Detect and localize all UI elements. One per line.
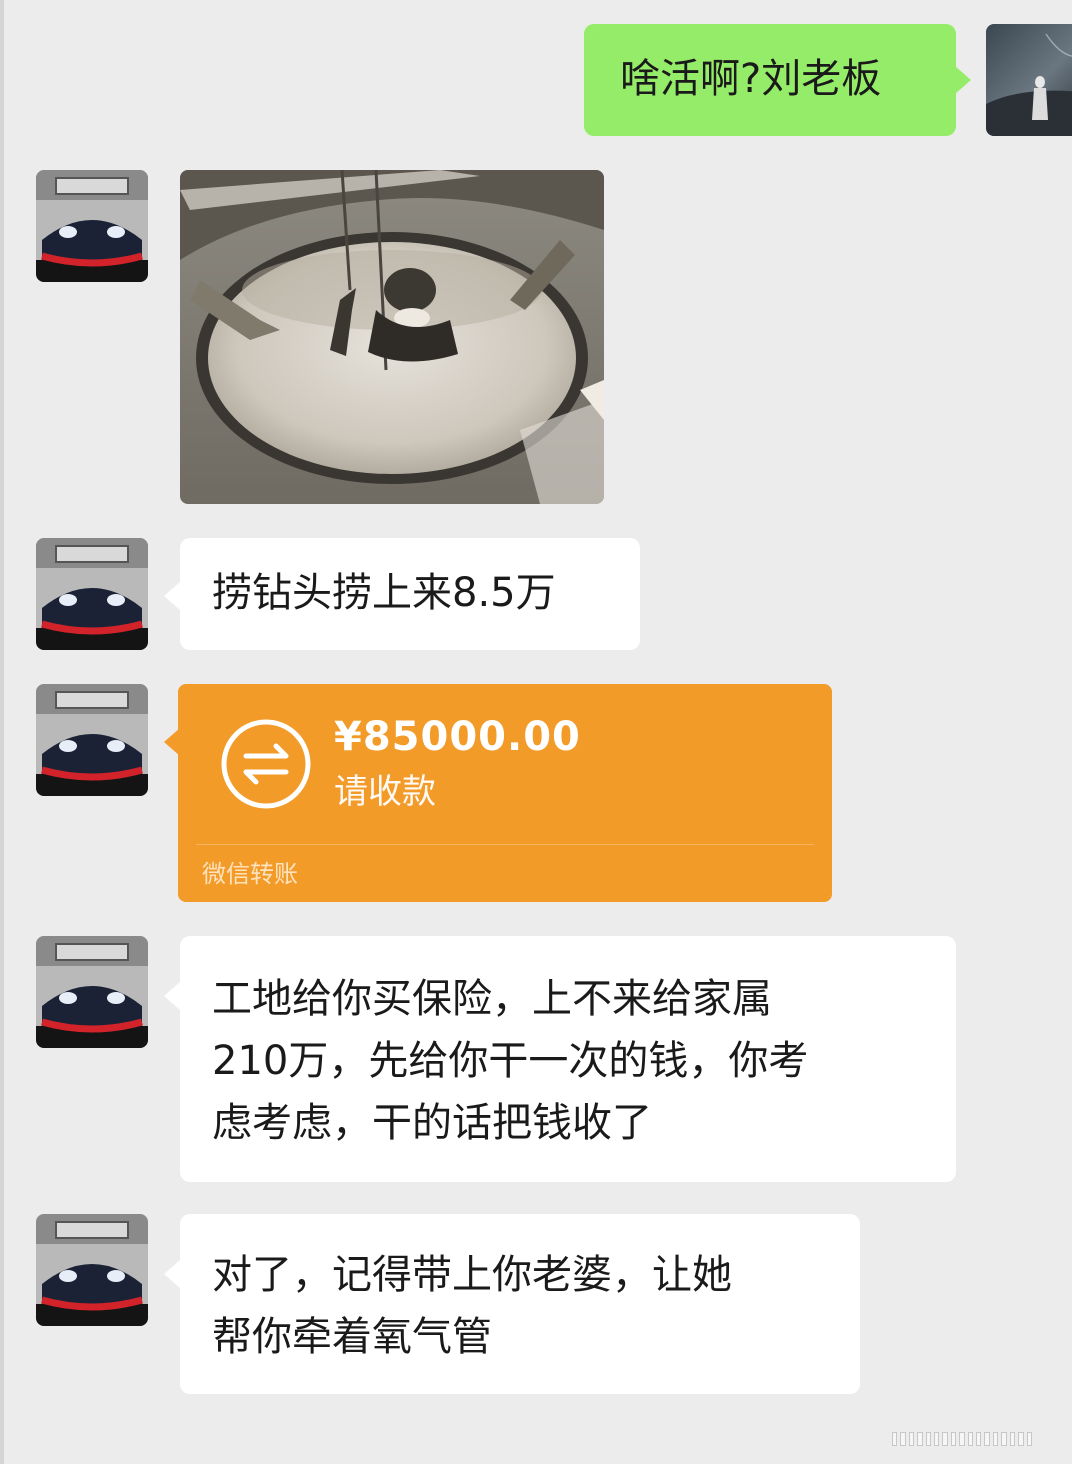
incoming-message-bubble[interactable]: 捞钻头捞上来8.5万 [180, 538, 640, 650]
incoming-bubble-tail [164, 1260, 180, 1288]
transfer-card[interactable]: ¥85000.00 请收款 微信转账 [178, 684, 832, 902]
transfer-footer-label: 微信转账 [202, 860, 298, 888]
message-line: 工地给你买保险，上不来给家属 [212, 976, 772, 1022]
my-avatar[interactable] [986, 24, 1072, 136]
outgoing-message-bubble[interactable]: 啥活啊?刘老板 [584, 24, 956, 136]
transfer-amount: ¥85000.00 [334, 714, 581, 760]
transfer-arrows-icon [221, 719, 311, 809]
screen-edge [0, 0, 4, 1464]
incoming-message-bubble[interactable]: 对了，记得带上你老婆，让她 帮你牵着氧气管 [180, 1214, 860, 1394]
incoming-message-bubble[interactable]: 工地给你买保险，上不来给家属 210万，先给你干一次的钱，你考 虑考虑，干的话把… [180, 936, 956, 1182]
watermark-barcode [892, 1432, 1032, 1446]
contact-avatar[interactable] [36, 170, 148, 282]
message-line: 虑考虑，干的话把钱收了 [212, 1100, 652, 1146]
incoming-bubble-tail [164, 582, 180, 610]
contact-avatar[interactable] [36, 1214, 148, 1326]
contact-avatar[interactable] [36, 936, 148, 1048]
message-line: 帮你牵着氧气管 [212, 1314, 492, 1360]
well-photo [180, 170, 604, 504]
transfer-divider [196, 844, 814, 845]
contact-avatar[interactable] [36, 684, 148, 796]
contact-avatar[interactable] [36, 538, 148, 650]
message-line: 210万，先给你干一次的钱，你考 [212, 1038, 809, 1084]
outgoing-bubble-tail [955, 66, 971, 94]
transfer-status: 请收款 [334, 772, 436, 812]
incoming-message-text: 捞钻头捞上来8.5万 [212, 570, 556, 616]
incoming-bubble-tail [164, 982, 180, 1010]
message-line: 对了，记得带上你老婆，让她 [212, 1252, 732, 1298]
image-message[interactable] [180, 170, 604, 504]
outgoing-message-text: 啥活啊?刘老板 [620, 56, 882, 102]
chat-screen: 啥活啊?刘老板 捞钻头捞上来8.5万 ¥85000.00 请收款 微信转账 工地… [0, 0, 1072, 1464]
